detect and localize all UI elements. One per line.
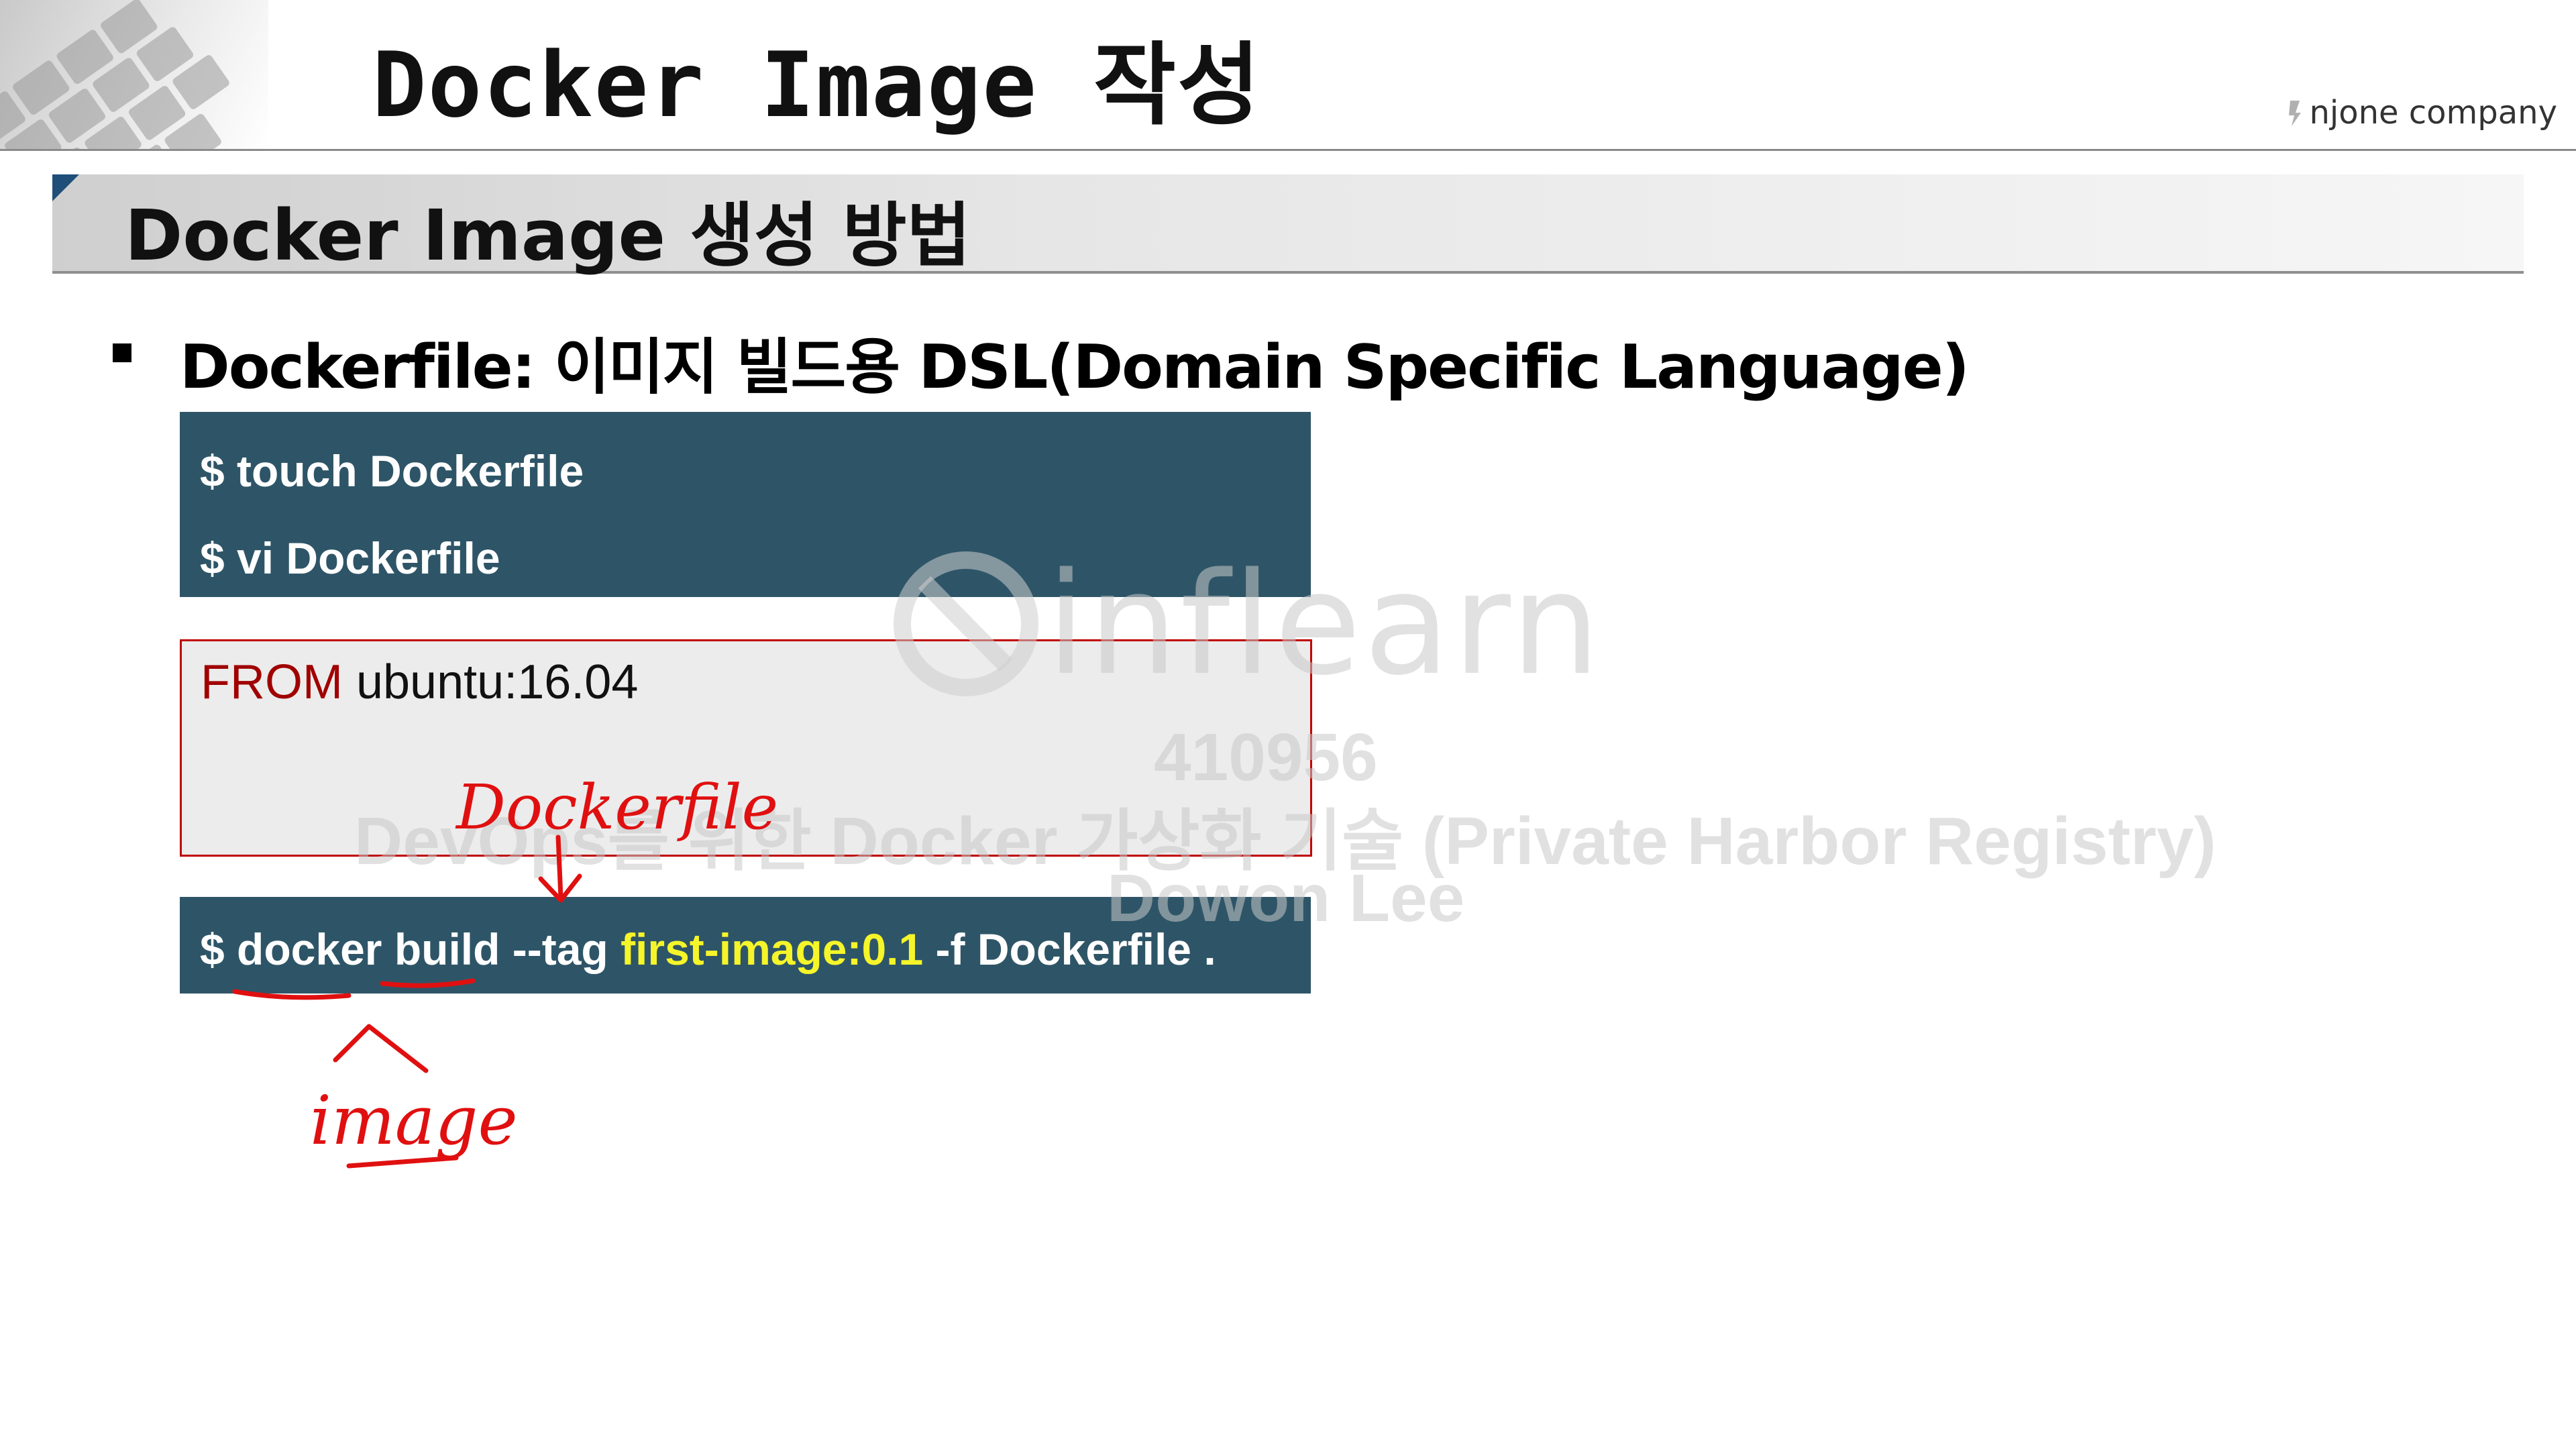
annotation-arrow-down (555, 835, 564, 900)
annotation-image-note: image (310, 1081, 518, 1160)
handwritten-annotations (232, 835, 582, 1169)
annotation-dockerfile-note: Dockerfile (456, 771, 779, 843)
